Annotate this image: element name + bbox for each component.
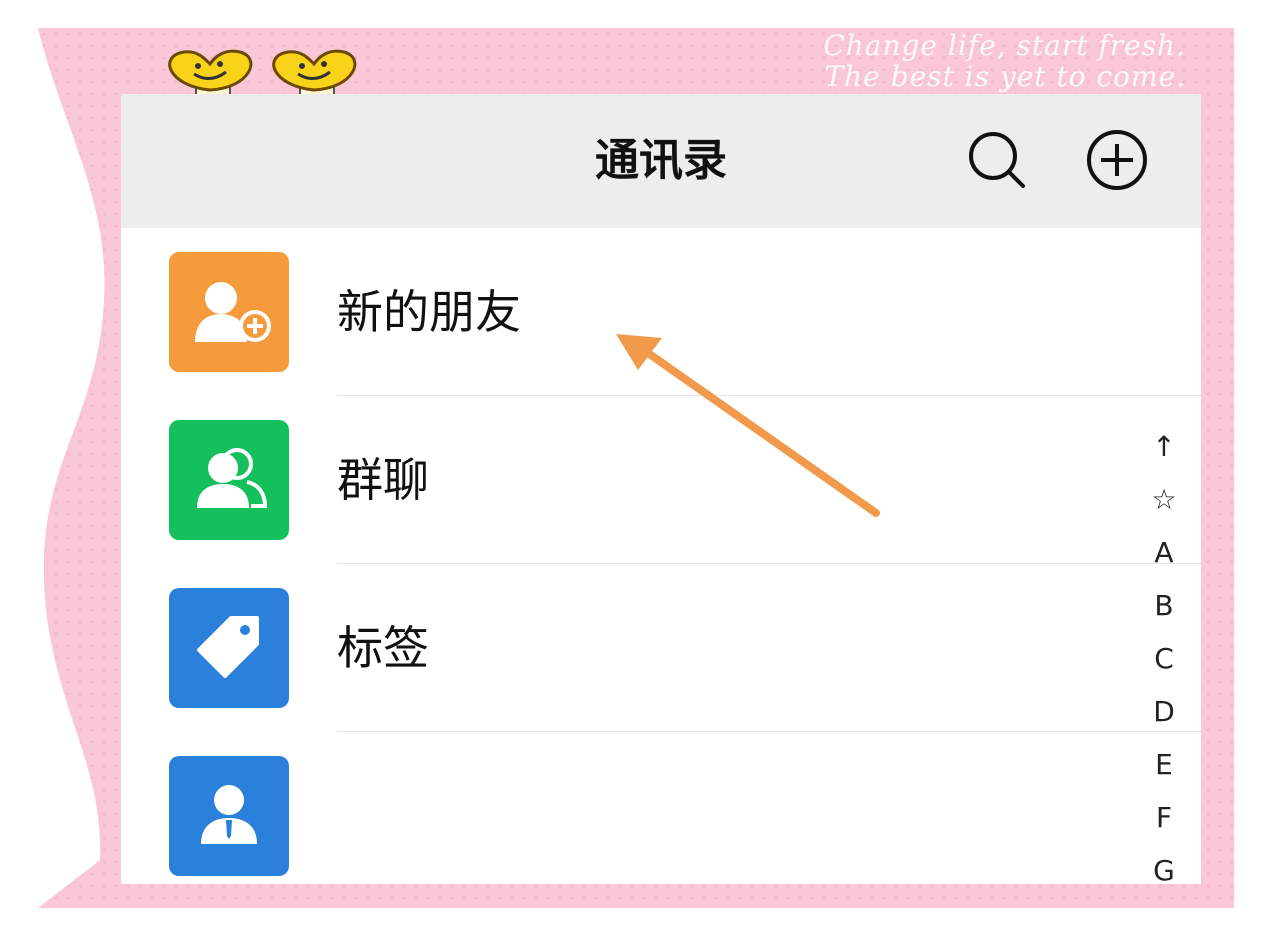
index-d[interactable]: D (1139, 685, 1189, 738)
frame-wave-edge (0, 0, 105, 934)
search-button[interactable] (965, 128, 1029, 192)
new-friend-icon (169, 252, 289, 372)
menu-item-new-friends[interactable]: 新的朋友 (121, 228, 1201, 396)
index-e[interactable]: E (1139, 738, 1189, 791)
index-b[interactable]: B (1139, 579, 1189, 632)
decorative-caption: Change life, start fresh. The best is ye… (823, 30, 1186, 92)
menu-item-tags[interactable]: 标签 (121, 564, 1201, 732)
index-c[interactable]: C (1139, 632, 1189, 685)
group-chat-icon (169, 420, 289, 540)
caption-line-2: The best is yet to come. (824, 60, 1186, 93)
add-circle-icon (1087, 130, 1147, 190)
page-title: 通讯录 (595, 135, 727, 186)
contacts-screen: 通讯录 新的朋友 群聊 标签 ↑ ☆ A B C D E F G (121, 94, 1201, 884)
menu-item-label: 群聊 (337, 453, 429, 507)
add-button[interactable] (1085, 128, 1149, 192)
alphabet-index[interactable]: ↑ ☆ A B C D E F G (1139, 420, 1189, 884)
menu-item-label: 标签 (337, 621, 429, 675)
search-icon (969, 132, 1025, 188)
menu-item-group-chats[interactable]: 群聊 (121, 396, 1201, 564)
index-top[interactable]: ↑ (1139, 420, 1189, 473)
index-g[interactable]: G (1139, 844, 1189, 884)
menu-item-official-accounts[interactable] (121, 732, 1201, 884)
tag-icon (169, 588, 289, 708)
top-bar: 通讯录 (121, 94, 1201, 228)
official-account-icon (169, 756, 289, 876)
caption-line-1: Change life, start fresh. (823, 29, 1186, 62)
index-f[interactable]: F (1139, 791, 1189, 844)
menu-item-label: 新的朋友 (337, 285, 521, 339)
index-a[interactable]: A (1139, 526, 1189, 579)
index-star[interactable]: ☆ (1139, 473, 1189, 526)
